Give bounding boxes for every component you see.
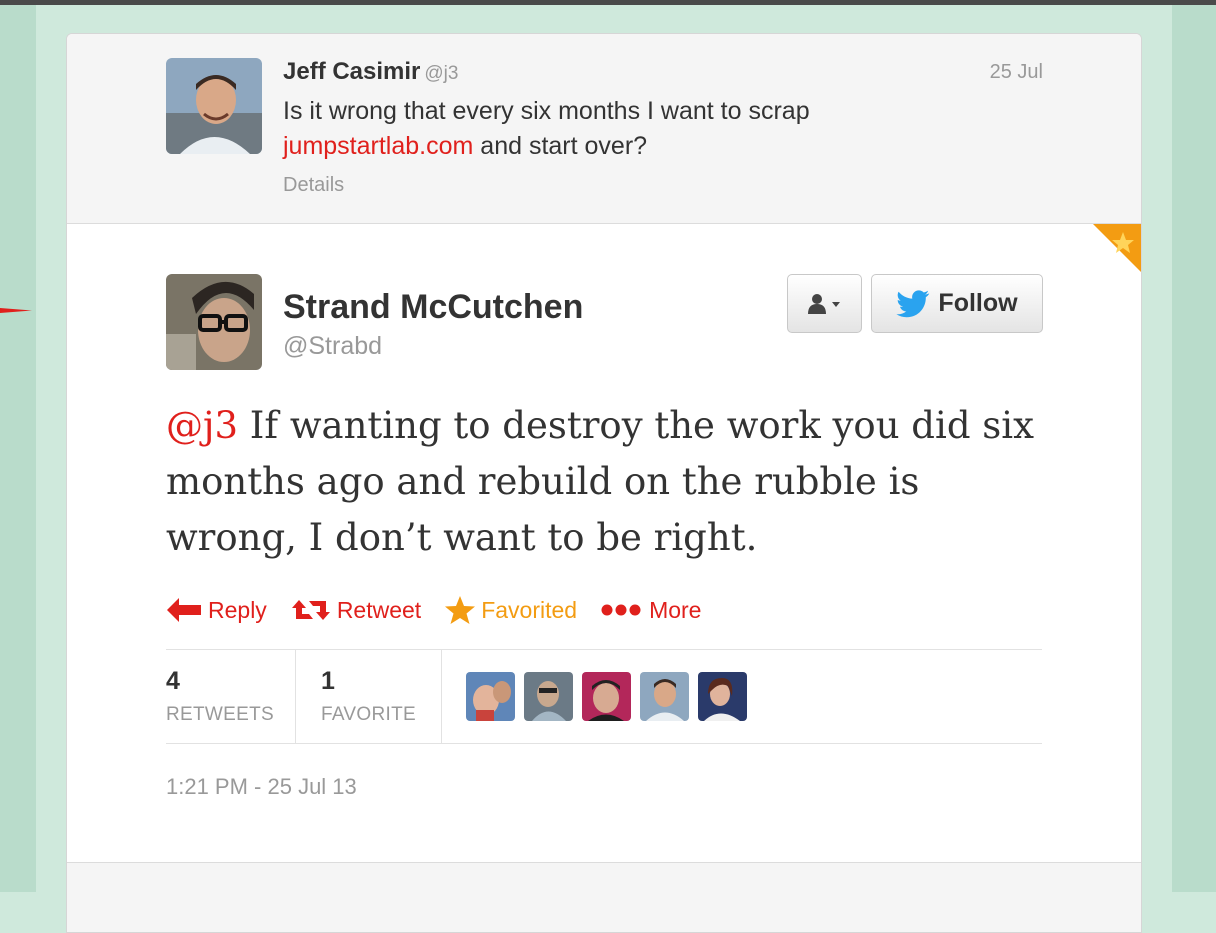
author-handle[interactable]: @Strabd [283,332,382,361]
engager-avatar[interactable] [582,672,631,721]
favorites-stat[interactable]: 1 FAVORITE [321,666,416,726]
parent-text-after-link: and start over? [473,132,648,160]
retweet-label[interactable]: Retweet [337,597,421,624]
stats-separator [295,650,296,743]
parent-text-before-link: Is it wrong that every six months I want… [283,97,810,125]
parent-tweet-link[interactable]: jumpstartlab.com [283,132,473,160]
retweet-icon [291,600,330,620]
engager-avatar[interactable] [640,672,689,721]
engager-avatar[interactable] [698,672,747,721]
star-icon [445,596,476,624]
twitter-bird-icon [896,289,930,317]
left-background-stripe [0,5,36,892]
tweet-text-body: If wanting to destroy the work you did s… [166,404,1034,559]
tweet-permalink-card: Jeff Casimir @j3 25 Jul Is it wrong that … [66,33,1142,933]
author-name[interactable]: Strand McCutchen [283,288,583,327]
parent-tweet[interactable]: Jeff Casimir @j3 25 Jul Is it wrong that … [67,34,1141,224]
retweets-stat[interactable]: 4 RETWEETS [166,666,274,726]
details-link[interactable]: Details [283,174,344,197]
reply-label[interactable]: Reply [208,597,267,624]
favorited-label[interactable]: Favorited [481,597,577,624]
parent-tweet-date[interactable]: 25 Jul [990,61,1043,84]
parent-author-handle[interactable]: @j3 [424,63,458,84]
retweets-label[interactable]: RETWEETS [166,704,274,726]
tweet-text: @j3 If wanting to destroy the work you d… [166,398,1046,566]
stats-divider-top [166,649,1042,650]
tweet-actions: Reply Retweet Favorited More [166,595,725,625]
more-label[interactable]: More [649,597,701,624]
parent-author-name-text[interactable]: Jeff Casimir [283,58,420,85]
window-top-bar [0,0,1216,5]
stats-divider-bottom [166,743,1042,744]
engagers-avatar-list [466,672,756,721]
stats-separator [441,650,442,743]
user-actions-button[interactable] [787,274,862,333]
tweet-mention-link[interactable]: @j3 [166,404,238,447]
more-action[interactable]: More [601,597,701,624]
reply-area-strip [67,862,1141,932]
reply-icon [167,598,201,622]
reply-action[interactable]: Reply [166,597,267,624]
user-dropdown-icon [807,293,840,314]
right-background-stripe [1172,5,1216,892]
follow-button[interactable]: Follow [871,274,1043,333]
parent-author-avatar[interactable] [166,58,262,154]
favorited-action[interactable]: Favorited [445,596,577,624]
favorite-corner-badge [1093,224,1141,272]
red-pointer-marker [0,307,32,314]
tweet-timestamp[interactable]: 1:21 PM - 25 Jul 13 [166,774,357,800]
favorites-count[interactable]: 1 [321,666,416,696]
retweet-action[interactable]: Retweet [291,597,421,624]
engager-avatar[interactable] [466,672,515,721]
retweets-count[interactable]: 4 [166,666,274,696]
parent-author-name[interactable]: Jeff Casimir @j3 [283,58,458,86]
author-avatar[interactable] [166,274,262,370]
more-dots-icon [601,604,641,616]
follow-button-label[interactable]: Follow [938,289,1017,318]
engager-avatar[interactable] [524,672,573,721]
favorites-label[interactable]: FAVORITE [321,704,416,726]
parent-tweet-text: Is it wrong that every six months I want… [283,94,983,164]
